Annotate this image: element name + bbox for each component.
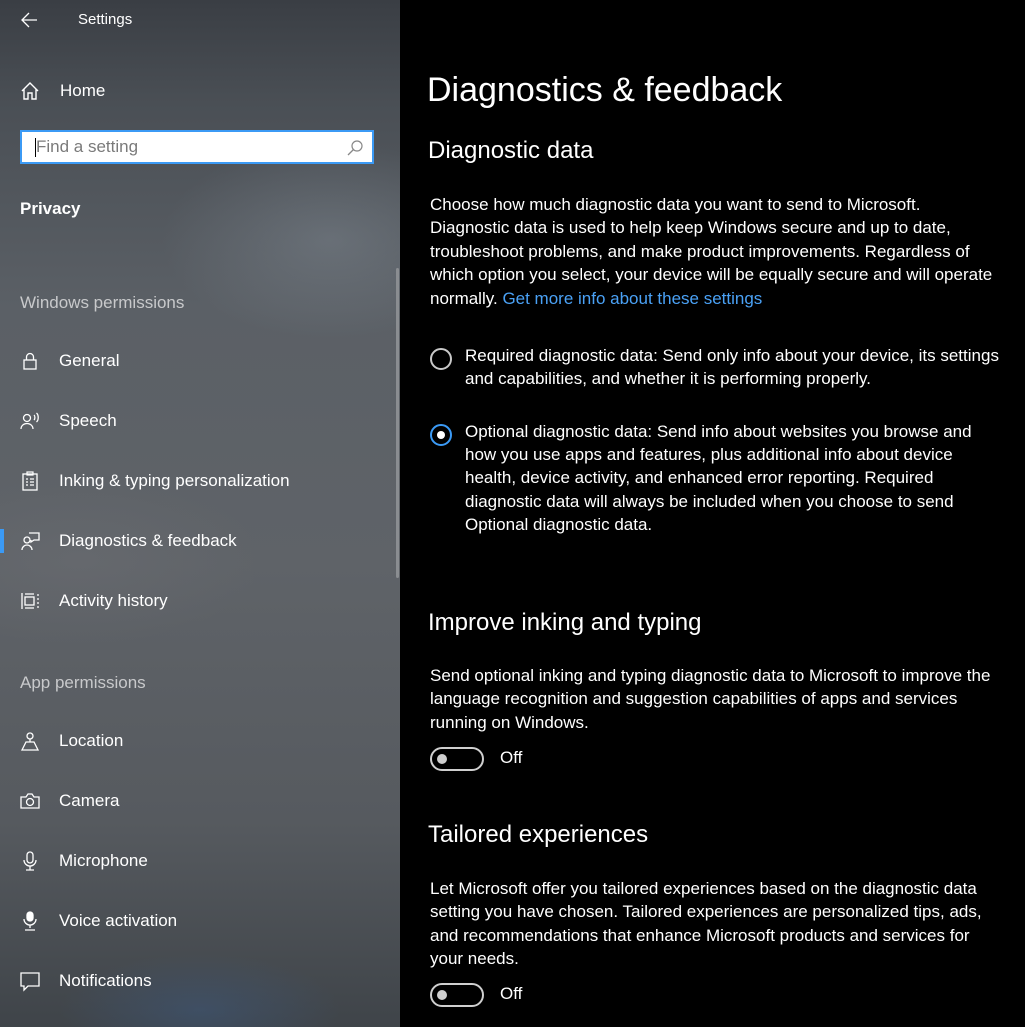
sidebar-item-home[interactable]: Home: [0, 69, 396, 113]
lock-icon: [18, 349, 42, 373]
tailored-toggle-state: Off: [500, 984, 523, 1003]
radio-button-optional[interactable]: [430, 424, 452, 446]
tailored-toggle[interactable]: [430, 983, 484, 1007]
sidebar-item-label: General: [59, 351, 120, 370]
search-icon[interactable]: [346, 139, 364, 157]
sidebar-item-label: Microphone: [59, 851, 148, 870]
back-button[interactable]: [18, 8, 42, 32]
sidebar-item-inking-typing[interactable]: Inking & typing personalization: [0, 459, 396, 503]
timeline-icon: [18, 589, 42, 613]
sidebar-item-microphone[interactable]: Microphone: [0, 839, 396, 883]
tailored-description: Let Microsoft offer you tailored experie…: [430, 879, 982, 969]
inking-toggle-state: Off: [500, 748, 523, 767]
section-title-windows-permissions: Windows permissions: [20, 293, 185, 312]
sidebar-item-general[interactable]: General: [0, 339, 396, 383]
voice-activation-icon: [18, 909, 42, 933]
section-heading-diagnostic-data: Diagnostic data: [428, 137, 594, 164]
sidebar-item-speech[interactable]: Speech: [0, 399, 396, 443]
radio-label-required: Required diagnostic data: Send only info…: [465, 346, 999, 389]
sidebar-item-label: Diagnostics & feedback: [59, 531, 237, 550]
diagnostic-data-description: Choose how much diagnostic data you want…: [430, 193, 1002, 310]
speech-icon: [18, 409, 42, 433]
microphone-icon: [18, 849, 42, 873]
search-box[interactable]: [20, 130, 374, 164]
radio-button-required[interactable]: [430, 348, 452, 370]
sidebar-item-label: Inking & typing personalization: [59, 471, 290, 490]
active-indicator: [0, 529, 4, 553]
more-info-link[interactable]: Get more info about these settings: [502, 289, 762, 308]
back-arrow-icon: [21, 12, 37, 28]
inking-toggle[interactable]: [430, 747, 484, 771]
clipboard-icon: [18, 469, 42, 493]
page-title: Diagnostics & feedback: [427, 71, 783, 109]
radio-label-optional: Optional diagnostic data: Send info abou…: [465, 422, 972, 534]
sidebar: Settings Home Privacy Windows permission…: [0, 0, 400, 1027]
sidebar-item-label: Activity history: [59, 591, 168, 610]
sidebar-item-diagnostics-feedback[interactable]: Diagnostics & feedback: [0, 519, 396, 563]
location-icon: [18, 729, 42, 753]
main-content: Diagnostics & feedback Diagnostic data C…: [400, 0, 1025, 1027]
search-input[interactable]: [36, 132, 336, 162]
sidebar-item-label: Camera: [59, 791, 120, 810]
home-icon: [18, 79, 42, 103]
sidebar-item-notifications[interactable]: Notifications: [0, 959, 396, 1003]
section-heading-tailored: Tailored experiences: [428, 821, 649, 848]
sidebar-item-label: Speech: [59, 411, 117, 430]
category-title: Privacy: [20, 199, 81, 218]
sidebar-item-camera[interactable]: Camera: [0, 779, 396, 823]
inking-description: Send optional inking and typing diagnost…: [430, 666, 991, 732]
sidebar-item-label: Home: [60, 81, 106, 100]
notifications-icon: [18, 969, 42, 993]
diagnostics-icon: [18, 529, 42, 553]
sidebar-item-location[interactable]: Location: [0, 719, 396, 763]
sidebar-item-label: Notifications: [59, 971, 152, 990]
section-heading-inking: Improve inking and typing: [428, 609, 702, 636]
section-title-app-permissions: App permissions: [20, 673, 146, 692]
sidebar-item-activity-history[interactable]: Activity history: [0, 579, 396, 623]
sidebar-item-voice-activation[interactable]: Voice activation: [0, 899, 396, 943]
sidebar-item-label: Location: [59, 731, 124, 750]
camera-icon: [18, 789, 42, 813]
sidebar-scrollbar[interactable]: [396, 268, 399, 578]
app-title: Settings: [78, 11, 133, 28]
sidebar-item-label: Voice activation: [59, 911, 178, 930]
